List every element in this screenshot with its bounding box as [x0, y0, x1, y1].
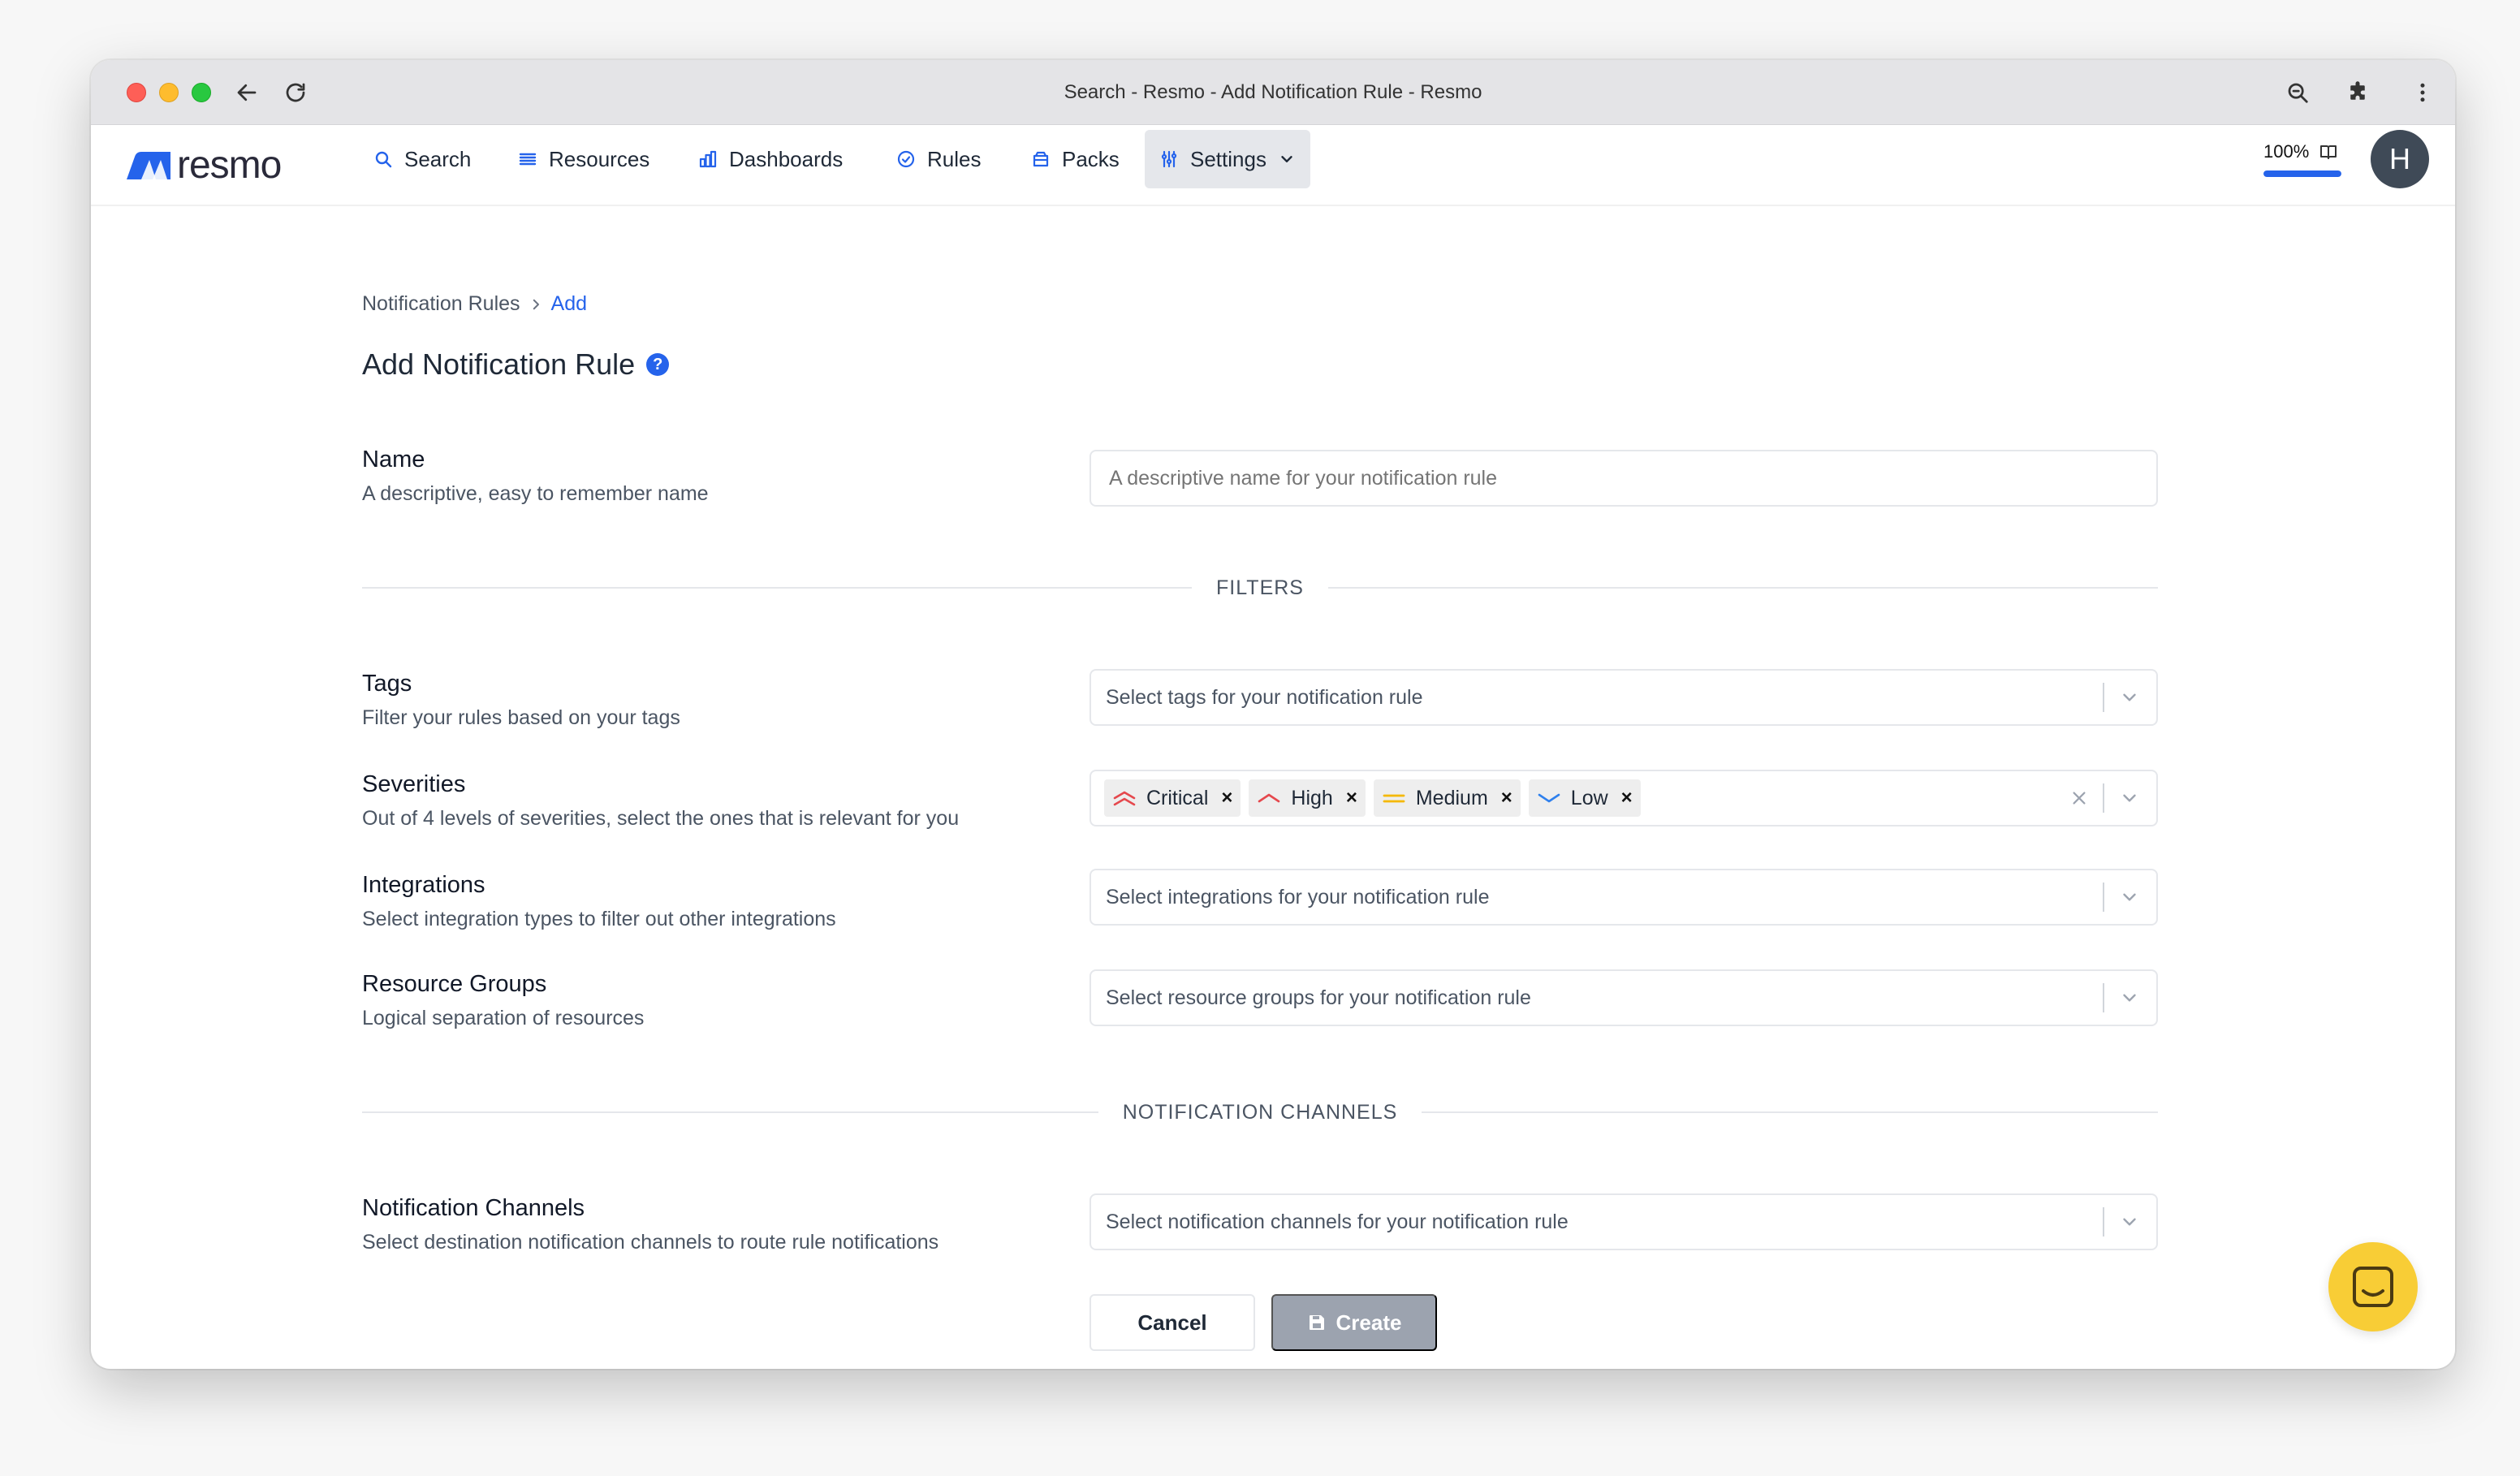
nav-resources[interactable]: Resources	[503, 130, 664, 188]
check-circle-icon	[897, 150, 915, 168]
equals-icon	[1382, 788, 1406, 808]
nav-rules[interactable]: Rules	[882, 130, 995, 188]
tags-select[interactable]: Select tags for your notification rule	[1090, 669, 2158, 726]
remove-high-button[interactable]: ×	[1346, 787, 1357, 809]
severity-chips: Critical × High × Medium × Low ×	[1091, 779, 2065, 817]
search-icon	[375, 151, 392, 168]
severities-help: Out of 4 levels of severities, select th…	[362, 807, 960, 830]
nav-dashboards-label: Dashboards	[729, 146, 844, 171]
severity-chip-label: Critical	[1146, 786, 1209, 809]
remove-medium-button[interactable]: ×	[1501, 787, 1512, 809]
zoom-progress-bar	[2263, 170, 2341, 177]
page-title: Add Notification Rule	[362, 347, 636, 381]
name-help: A descriptive, easy to remember name	[362, 482, 709, 505]
extensions-puzzle-icon[interactable]	[2341, 76, 2374, 109]
chevron-down-icon	[1537, 788, 1561, 808]
severity-chip-low: Low ×	[1528, 779, 1641, 817]
resource-groups-select[interactable]: Select resource groups for your notifica…	[1090, 969, 2158, 1026]
integrations-help: Select integration types to filter out o…	[362, 908, 836, 930]
nav-settings-label: Settings	[1190, 146, 1266, 171]
zoom-label: 100%	[2263, 141, 2310, 162]
severity-chip-label: Medium	[1415, 786, 1488, 809]
more-menu-icon[interactable]	[2406, 76, 2439, 109]
name-label: Name	[362, 447, 425, 473]
severities-label: Severities	[362, 771, 466, 797]
nav-resources-label: Resources	[549, 146, 650, 171]
chevron-up-icon	[1257, 788, 1281, 808]
chevron-down-icon[interactable]	[2116, 1208, 2143, 1236]
tags-help: Filter your rules based on your tags	[362, 706, 680, 729]
notification-channels-divider: NOTIFICATION CHANNELS	[362, 1096, 2158, 1129]
window-title: Search - Resmo - Add Notification Rule -…	[1064, 81, 1482, 103]
notification-channels-placeholder: Select notification channels for your no…	[1106, 1210, 1569, 1233]
help-icon[interactable]: ?	[646, 353, 670, 376]
integrations-placeholder: Select integrations for your notificatio…	[1106, 885, 1490, 908]
resmo-logo-icon	[127, 152, 170, 179]
severities-select[interactable]: Critical × High × Medium × Low ×	[1090, 770, 2158, 826]
severity-chip-critical: Critical ×	[1104, 779, 1241, 817]
name-input[interactable]	[1090, 450, 2158, 507]
book-icon	[2320, 145, 2337, 159]
create-button[interactable]: Create	[1271, 1294, 1437, 1351]
breadcrumb-current: Add	[550, 292, 588, 315]
chat-icon	[2353, 1267, 2393, 1307]
integrations-select[interactable]: Select integrations for your notificatio…	[1090, 869, 2158, 926]
nav-rules-label: Rules	[927, 146, 982, 171]
sliders-icon	[1161, 150, 1177, 168]
resmo-logo[interactable]: resmo	[127, 143, 282, 188]
browser-window: Search - Resmo - Add Notification Rule -…	[91, 60, 2455, 1369]
nav-settings[interactable]: Settings	[1145, 130, 1310, 188]
resource-groups-help: Logical separation of resources	[362, 1007, 645, 1029]
severity-chip-label: Low	[1570, 786, 1608, 809]
resource-groups-label: Resource Groups	[362, 971, 547, 997]
double-chevron-up-icon	[1112, 788, 1137, 808]
remove-low-button[interactable]: ×	[1621, 787, 1633, 809]
zoom-progress-fill	[2263, 170, 2341, 177]
notification-channels-divider-label: NOTIFICATION CHANNELS	[1122, 1100, 1398, 1124]
cancel-button[interactable]: Cancel	[1090, 1294, 1255, 1351]
chevron-down-icon[interactable]	[2116, 883, 2143, 911]
title-bar: Search - Resmo - Add Notification Rule -…	[91, 60, 2455, 125]
filters-divider-label: FILTERS	[1216, 576, 1304, 599]
integrations-label: Integrations	[362, 872, 485, 898]
logo-text: resmo	[177, 144, 282, 187]
page-title-row: Add Notification Rule ?	[362, 347, 670, 382]
clear-selection-icon[interactable]	[2065, 784, 2093, 812]
chevron-down-icon	[1281, 156, 1292, 162]
notification-channels-label: Notification Channels	[362, 1195, 585, 1221]
nav-packs-label: Packs	[1062, 146, 1120, 171]
nav-dashboards[interactable]: Dashboards	[684, 130, 857, 188]
chevron-down-icon[interactable]	[2116, 784, 2143, 812]
nav-packs[interactable]: Packs	[1016, 130, 1134, 188]
severity-chip-label: High	[1291, 786, 1333, 809]
severity-chip-medium: Medium ×	[1373, 779, 1521, 817]
breadcrumb-root-link[interactable]: Notification Rules	[362, 292, 520, 316]
severity-chip-high: High ×	[1249, 779, 1366, 817]
app-navbar: resmo Search Resources Dashboards Rules …	[91, 125, 2455, 206]
bar-chart-icon	[699, 150, 717, 168]
chevron-right-icon	[533, 299, 539, 309]
tags-label: Tags	[362, 671, 412, 697]
tags-placeholder: Select tags for your notification rule	[1106, 685, 1423, 709]
nav-search[interactable]: Search	[359, 130, 485, 188]
resource-groups-placeholder: Select resource groups for your notifica…	[1106, 986, 1531, 1009]
zoom-indicator[interactable]: 100%	[2263, 141, 2341, 177]
breadcrumb: Notification Rules Add	[362, 292, 587, 316]
package-icon	[1033, 151, 1049, 167]
chevron-down-icon[interactable]	[2116, 984, 2143, 1012]
notification-channels-help: Select destination notification channels…	[362, 1231, 939, 1254]
remove-critical-button[interactable]: ×	[1221, 787, 1232, 809]
chat-widget-button[interactable]	[2328, 1242, 2418, 1331]
zoom-search-icon[interactable]	[2281, 76, 2314, 109]
chevron-down-icon[interactable]	[2116, 684, 2143, 711]
list-icon	[519, 153, 537, 166]
nav-search-label: Search	[404, 146, 472, 171]
create-button-label: Create	[1336, 1310, 1402, 1335]
filters-divider: FILTERS	[362, 572, 2159, 604]
avatar[interactable]: H	[2371, 130, 2429, 188]
save-icon	[1309, 1315, 1324, 1330]
notification-channels-select[interactable]: Select notification channels for your no…	[1090, 1193, 2158, 1250]
